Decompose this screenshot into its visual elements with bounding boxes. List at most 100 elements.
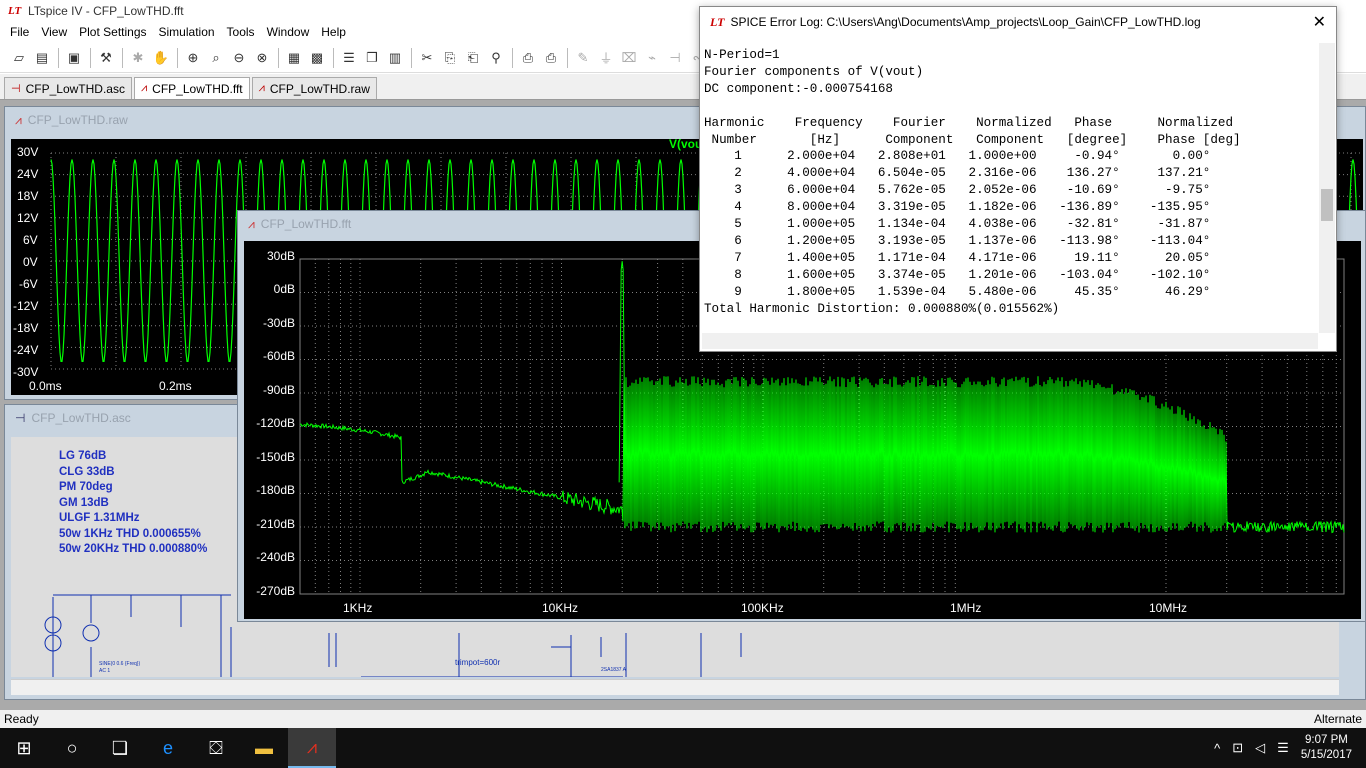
clock[interactable]: 9:07 PM 5/15/2017 xyxy=(1301,733,1352,763)
find-icon[interactable]: ⚲ xyxy=(485,47,507,69)
schematic-icon: ⊣ xyxy=(11,83,21,95)
store-icon[interactable]: ⛋ xyxy=(192,728,240,768)
menu-view[interactable]: View xyxy=(35,25,73,39)
copy-icon[interactable]: ⎘ xyxy=(439,47,461,69)
log-line: Number [Hz] Component Component [degree]… xyxy=(704,132,1241,147)
label-icon[interactable]: ⌧ xyxy=(618,47,640,69)
edge-browser-icon[interactable]: e xyxy=(144,728,192,768)
fft-x-tick: 1KHz xyxy=(343,601,373,615)
chevron-up-icon[interactable]: ^ xyxy=(1214,741,1220,756)
toolbar-separator xyxy=(177,47,178,68)
print-setup-icon[interactable]: ⎙ xyxy=(517,47,539,69)
waveform-icon: ⩘ xyxy=(248,216,255,231)
log-line: Fourier components of V(vout) xyxy=(704,64,924,79)
volume-icon[interactable]: ◁ xyxy=(1255,740,1265,756)
spice-error-log-dialog[interactable]: LT SPICE Error Log: C:\Users\Ang\Documen… xyxy=(699,6,1337,352)
pan-icon[interactable]: ✋ xyxy=(150,47,172,69)
menu-simulation[interactable]: Simulation xyxy=(153,25,221,39)
scroll-thumb[interactable] xyxy=(1321,189,1333,221)
error-log-vscrollbar[interactable] xyxy=(1319,43,1335,333)
new-schematic-icon[interactable]: ▱ xyxy=(8,47,30,69)
fit-icon[interactable]: ▩ xyxy=(306,47,328,69)
zoom-area-icon[interactable]: ⌕ xyxy=(205,47,227,69)
log-line: 8 1.600e+05 3.374e-05 1.201e-06 -103.04°… xyxy=(704,267,1211,282)
action-center-icon[interactable]: ☰ xyxy=(1277,740,1289,756)
menu-file[interactable]: File xyxy=(4,25,35,39)
open-icon[interactable]: ▤ xyxy=(31,47,53,69)
fft-y-tick: -210dB xyxy=(256,517,295,531)
file-explorer-icon[interactable]: ▬ xyxy=(240,728,288,768)
raw-y-tick: 18V xyxy=(17,189,39,203)
error-log-title: SPICE Error Log: C:\Users\Ang\Documents\… xyxy=(730,15,1201,29)
toolbar-separator xyxy=(90,47,91,68)
cascade-icon[interactable]: ❐ xyxy=(361,47,383,69)
windows-taskbar: ⊞ ○ ❏ e ⛋ ▬ ⩘ ^ ⊡ ◁ ☰ 9:07 PM 5/15/2017 xyxy=(0,728,1366,768)
autorange-icon[interactable]: ▦ xyxy=(283,47,305,69)
save-icon[interactable]: ▣ xyxy=(63,47,85,69)
ground-icon[interactable]: ⏚ xyxy=(595,47,617,69)
menu-window[interactable]: Window xyxy=(261,25,316,39)
tab-label: CFP_LowTHD.fft xyxy=(152,81,243,96)
tile-horizontal-icon[interactable]: ☰ xyxy=(338,47,360,69)
toolbar-separator xyxy=(512,47,513,68)
fft-x-tick: 10KHz xyxy=(542,601,579,615)
status-bar: Ready Alternate xyxy=(0,710,1366,728)
network-icon[interactable]: ⊡ xyxy=(1232,740,1243,756)
run-icon[interactable]: ✱ xyxy=(127,47,149,69)
capacitor-icon[interactable]: ⊣ xyxy=(664,47,686,69)
print-icon[interactable]: ⎙ xyxy=(540,47,562,69)
toolbar-separator xyxy=(567,47,568,68)
zoom-in-icon[interactable]: ⊕ xyxy=(182,47,204,69)
schematic-hscrollbar[interactable] xyxy=(11,679,1339,695)
fft-x-tick: 100KHz xyxy=(741,601,784,615)
window-title: CFP_LowTHD.asc xyxy=(31,411,131,425)
fft-y-tick: -240dB xyxy=(256,550,295,564)
window-title: CFP_LowTHD.raw xyxy=(27,113,128,127)
menu-tools[interactable]: Tools xyxy=(221,25,261,39)
resistor-icon[interactable]: ⌁ xyxy=(641,47,663,69)
clock-date: 5/15/2017 xyxy=(1300,749,1352,761)
fft-y-tick: -180dB xyxy=(256,483,295,497)
zoom-out-icon[interactable]: ⊖ xyxy=(228,47,250,69)
menu-help[interactable]: Help xyxy=(315,25,352,39)
toolbar-separator xyxy=(122,47,123,68)
toolbar-separator xyxy=(58,47,59,68)
zoom-fit-icon[interactable]: ⊗ xyxy=(251,47,273,69)
tile-vertical-icon[interactable]: ▥ xyxy=(384,47,406,69)
tab-asc[interactable]: ⊣ CFP_LowTHD.asc xyxy=(4,77,132,99)
raw-x-tick: 0.0ms xyxy=(29,379,62,393)
schematic-label: AC 1 xyxy=(99,668,110,674)
fft-y-tick: -90dB xyxy=(262,383,295,397)
paste-icon[interactable]: ⎗ xyxy=(462,47,484,69)
tab-raw[interactable]: ⩘ CFP_LowTHD.raw xyxy=(251,77,377,99)
menu-plot-settings[interactable]: Plot Settings xyxy=(73,25,152,39)
error-log-titlebar[interactable]: LT SPICE Error Log: C:\Users\Ang\Documen… xyxy=(700,7,1336,37)
log-line: 4 8.000e+04 3.319e-05 1.182e-06 -136.89°… xyxy=(704,200,1211,215)
fft-y-tick: 0dB xyxy=(273,282,295,296)
ltspice-taskbar-icon[interactable]: ⩘ xyxy=(288,728,336,768)
ltspice-logo-icon: LT xyxy=(8,5,22,17)
fft-y-tick: -270dB xyxy=(256,584,295,598)
clock-time: 9:07 PM xyxy=(1305,734,1348,746)
log-line: 6 1.200e+05 3.193e-05 1.137e-06 -113.98°… xyxy=(704,233,1211,248)
tab-label: CFP_LowTHD.asc xyxy=(25,81,125,96)
search-circle-icon[interactable]: ○ xyxy=(48,728,96,768)
task-view-icon[interactable]: ❏ xyxy=(96,728,144,768)
fft-y-tick: 30dB xyxy=(266,249,295,263)
raw-y-tick: -6V xyxy=(19,277,38,291)
log-line: 2 4.000e+04 6.504e-05 2.316e-06 136.27° … xyxy=(704,166,1211,181)
raw-y-tick: -18V xyxy=(13,321,39,335)
tab-fft[interactable]: ⩘ CFP_LowTHD.fft xyxy=(133,77,250,99)
raw-y-tick: -12V xyxy=(13,299,39,313)
raw-y-tick: 12V xyxy=(17,211,39,225)
wire-icon[interactable]: ✎ xyxy=(572,47,594,69)
window-title: CFP_LowTHD.fft xyxy=(260,217,352,231)
error-log-hscrollbar[interactable] xyxy=(702,333,1318,349)
start-windows-icon[interactable]: ⊞ xyxy=(0,728,48,768)
close-icon[interactable]: ✕ xyxy=(1313,12,1326,32)
control-panel-icon[interactable]: ⚒ xyxy=(95,47,117,69)
fft-x-tick: 10MHz xyxy=(1149,601,1188,615)
cut-icon[interactable]: ✂ xyxy=(416,47,438,69)
error-log-text[interactable]: N-Period=1 Fourier components of V(vout)… xyxy=(704,47,1318,318)
ltspice-logo-icon: LT xyxy=(710,14,725,29)
